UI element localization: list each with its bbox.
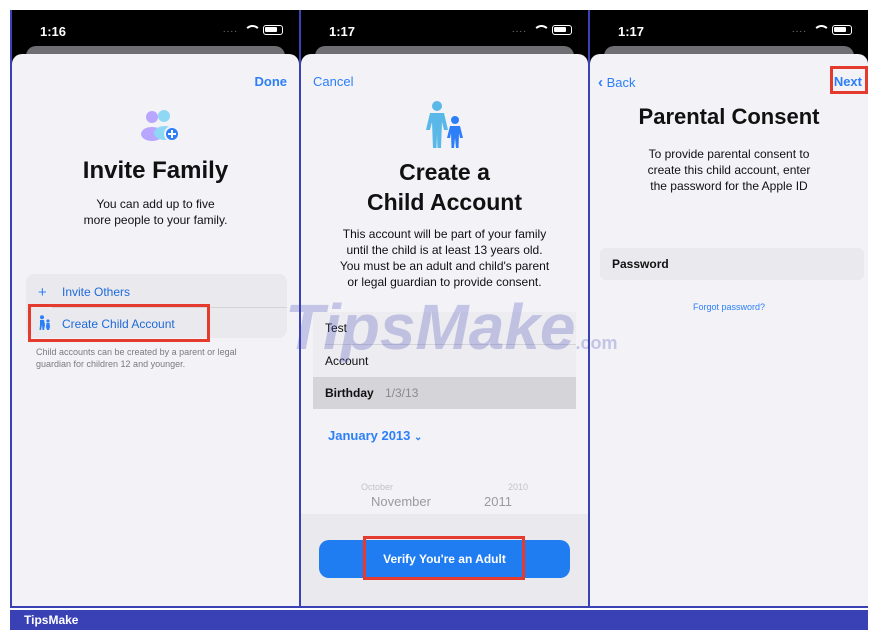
- status-icons: ....: [512, 24, 572, 35]
- description: You can add up to five more people to yo…: [83, 197, 228, 227]
- wheel-prev: October 2010: [361, 482, 528, 492]
- password-label: Password: [612, 257, 669, 271]
- wifi-icon: [244, 24, 261, 35]
- parental-consent-sheet: ‹ Back Next Parental Consent To provide …: [590, 54, 868, 606]
- panel-invite-family: 1:16 .... Done Invite Family You can add…: [12, 10, 299, 606]
- page-title: Invite Family: [82, 157, 229, 184]
- highlight-box: [363, 536, 525, 580]
- cancel-button[interactable]: Cancel: [313, 74, 353, 89]
- back-button[interactable]: ‹ Back: [598, 74, 636, 91]
- birthday-label: Birthday: [325, 386, 374, 400]
- status-time: 1:16: [40, 24, 67, 39]
- signal-icon: ....: [511, 24, 527, 35]
- description: This account will be part of your family…: [339, 227, 550, 289]
- chevron-down-icon: ⌄: [414, 432, 423, 443]
- plus-icon: +: [38, 283, 47, 301]
- invite-family-sheet: Done Invite Family You can add up to fiv…: [12, 54, 299, 606]
- status-time: 1:17: [618, 24, 645, 39]
- family-icon: [141, 110, 180, 142]
- signal-icon: ....: [222, 24, 238, 35]
- status-icons: ....: [223, 24, 283, 35]
- parent-child-icon: [426, 101, 463, 148]
- page-title: Parental Consent: [638, 104, 820, 129]
- page-title: Create a Child Account: [366, 159, 523, 215]
- invite-others-label: Invite Others: [62, 285, 131, 299]
- description: To provide parental consent to create th…: [647, 147, 811, 193]
- watermark: TipsMake.com: [285, 291, 618, 363]
- battery-icon: [552, 24, 572, 35]
- status-time: 1:17: [329, 24, 356, 39]
- signal-icon: ....: [791, 24, 807, 35]
- done-button[interactable]: Done: [255, 74, 288, 89]
- battery-icon: [263, 24, 283, 35]
- date-wheel[interactable]: November 2011: [371, 494, 512, 510]
- highlight-box: [830, 66, 868, 94]
- wifi-icon: [813, 24, 830, 35]
- birthday-value: 1/3/13: [385, 386, 419, 400]
- month-picker[interactable]: January 2013 ⌄: [328, 428, 422, 443]
- battery-icon: [832, 24, 852, 35]
- birthday-row[interactable]: Birthday 1/3/13: [313, 377, 576, 409]
- wifi-icon: [533, 24, 550, 35]
- status-icons: ....: [792, 24, 852, 35]
- chevron-left-icon: ‹: [598, 74, 603, 91]
- password-field[interactable]: Password: [600, 248, 864, 280]
- footnote: Child accounts can be created by a paren…: [36, 347, 237, 369]
- forgot-password-link[interactable]: Forgot password?: [590, 302, 868, 312]
- footer-brand: TipsMake: [10, 610, 868, 630]
- panel-parental-consent: 1:17 .... ‹ Back Next Parental Consent T…: [590, 10, 868, 606]
- highlight-box: [28, 304, 210, 342]
